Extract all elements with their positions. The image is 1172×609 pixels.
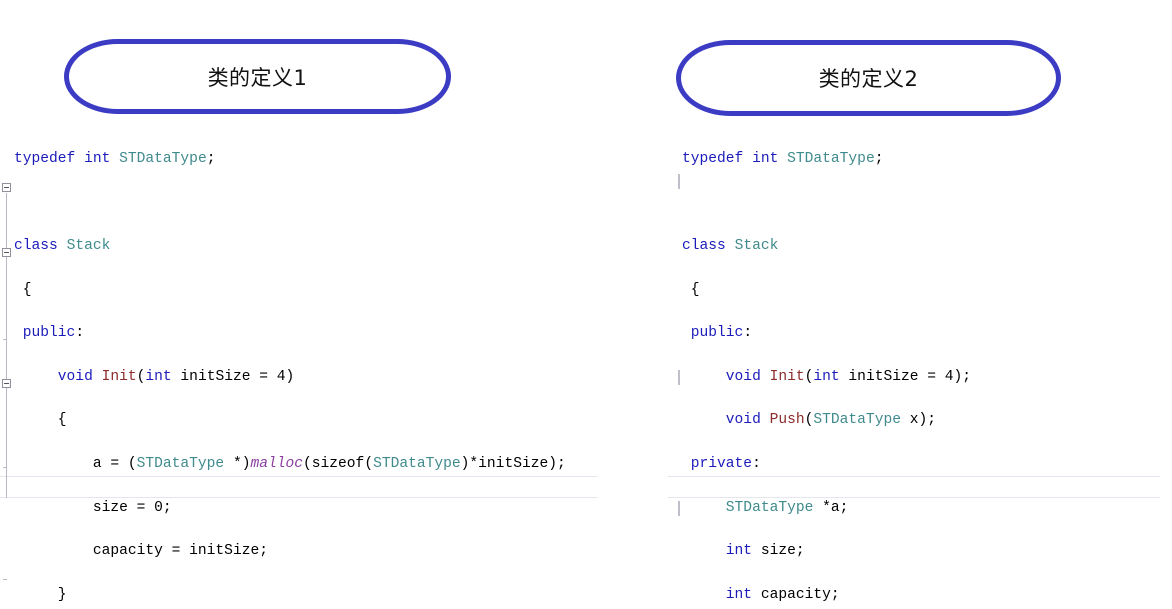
- code-line: size = 0;: [14, 499, 172, 516]
- code-editor-right[interactable]: typedef int STDataType; class Stack { pu…: [668, 110, 1172, 609]
- annotation-ellipse-class-definition-1: 类的定义1: [64, 39, 451, 114]
- code-line: void Init(int initSize = 4);: [725, 368, 972, 385]
- code-line: {: [682, 281, 700, 298]
- code-line: int size;: [725, 543, 805, 560]
- annotation-label-2: 类的定义2: [818, 67, 919, 91]
- code-line: void Push(STDataType x);: [725, 412, 936, 429]
- code-line: typedef int STDataType;: [14, 150, 216, 167]
- code-line: {: [14, 281, 32, 298]
- code-line: {: [14, 412, 67, 429]
- code-line: private:: [690, 455, 761, 472]
- code-line: int capacity;: [725, 586, 840, 603]
- code-text-right[interactable]: typedef int STDataType; class Stack { pu…: [668, 110, 1172, 609]
- code-line: class Stack: [14, 237, 111, 254]
- annotation-ellipse-class-definition-2: 类的定义2: [676, 40, 1061, 116]
- code-text-left[interactable]: typedef int STDataType; class Stack { pu…: [0, 110, 600, 609]
- code-line: void Init(int initSize = 4): [57, 368, 295, 385]
- code-line: public:: [22, 325, 85, 342]
- code-line: class Stack: [682, 237, 779, 254]
- annotation-label-1: 类的定义1: [207, 65, 308, 90]
- code-line: typedef int STDataType;: [682, 150, 884, 167]
- code-line: capacity = initSize;: [14, 543, 268, 560]
- code-line: public:: [690, 325, 753, 342]
- code-line: }: [14, 586, 67, 603]
- code-editor-left[interactable]: typedef int STDataType; typedef int STDa…: [0, 110, 600, 609]
- code-line: a = (STDataType *)malloc(sizeof(STDataTy…: [14, 455, 566, 472]
- code-line: STDataType *a;: [725, 499, 849, 516]
